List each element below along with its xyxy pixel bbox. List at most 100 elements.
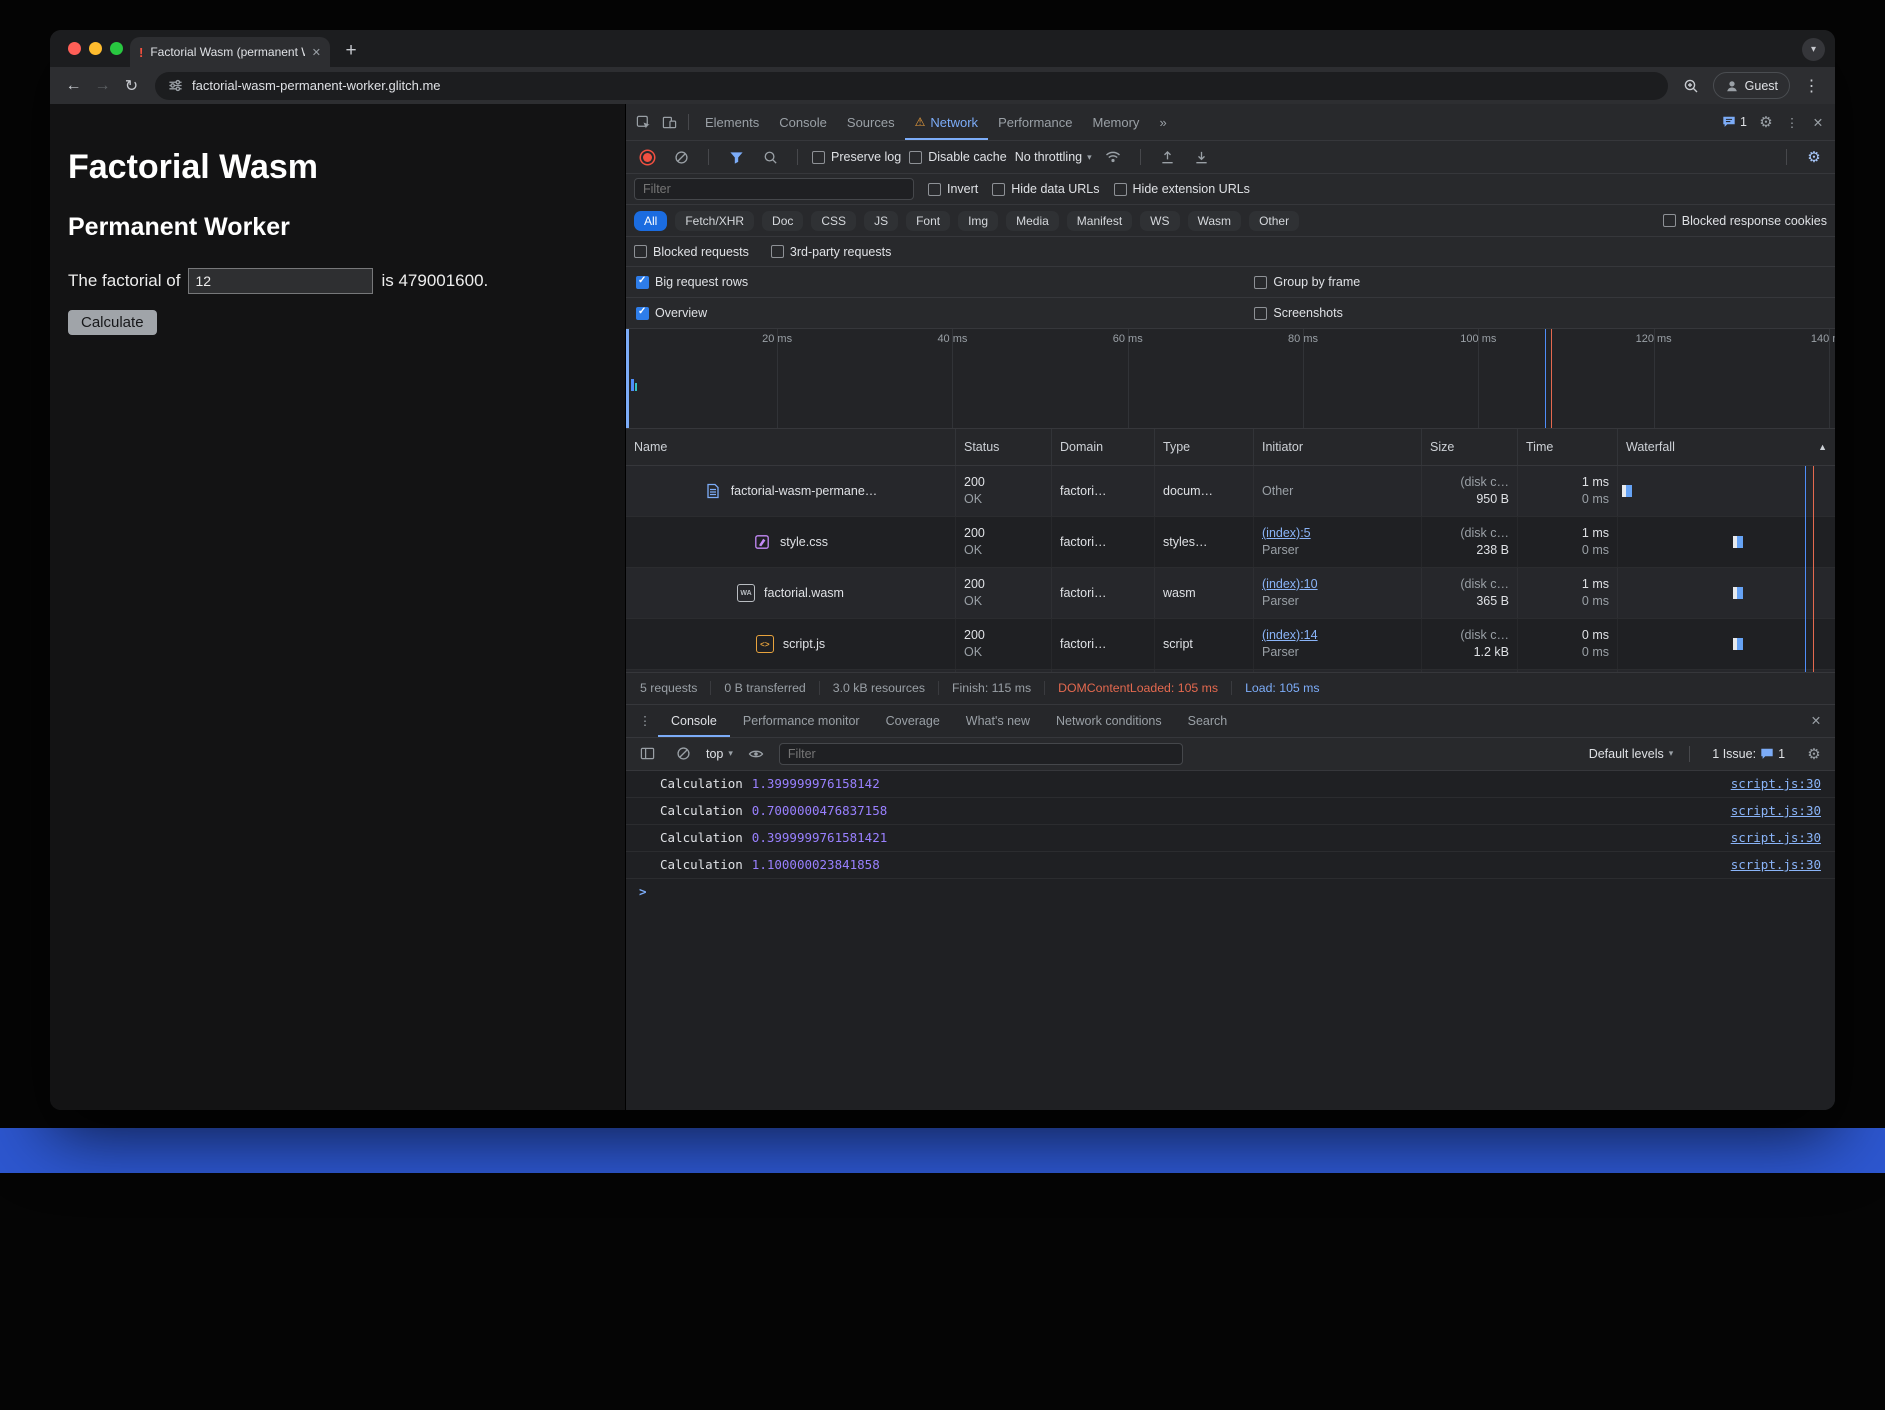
tab-performance[interactable]: Performance (988, 104, 1082, 140)
preserve-log-checkbox[interactable]: Preserve log (812, 150, 901, 164)
hide-data-urls-checkbox[interactable]: Hide data URLs (992, 182, 1099, 196)
more-tabs-icon[interactable]: » (1149, 104, 1176, 140)
network-filter-input[interactable] (634, 178, 914, 200)
profile-button[interactable]: Guest (1713, 72, 1790, 99)
drawer-menu-icon[interactable]: ⋮ (632, 709, 658, 733)
clear-network-log-icon[interactable] (668, 145, 694, 169)
filter-chip-fetch-xhr[interactable]: Fetch/XHR (675, 211, 754, 231)
device-toolbar-icon[interactable] (656, 110, 682, 134)
console-prompt[interactable]: > (626, 879, 1835, 905)
disable-cache-checkbox[interactable]: Disable cache (909, 150, 1007, 164)
zoom-icon[interactable] (1678, 72, 1705, 99)
import-har-icon[interactable] (1155, 145, 1181, 169)
forward-button[interactable]: → (89, 72, 116, 99)
tab-search-button[interactable]: ▾ (1802, 38, 1825, 61)
network-settings-gear-icon[interactable]: ⚙ (1801, 145, 1827, 169)
console-empty-area[interactable] (626, 905, 1835, 1111)
live-expression-eye-icon[interactable] (743, 742, 769, 766)
default-levels-dropdown[interactable]: Default levels ▾ (1589, 747, 1674, 761)
network-request-row[interactable]: <> script.js 200OK factori… script (inde… (626, 619, 1835, 670)
column-header-time[interactable]: Time (1518, 429, 1618, 465)
initiator-link[interactable]: (index):5 (1262, 525, 1413, 542)
column-header-waterfall[interactable]: Waterfall ▲ (1618, 429, 1835, 465)
initiator-link[interactable]: (index):10 (1262, 576, 1413, 593)
filter-chip-js[interactable]: JS (864, 211, 898, 231)
drawer-tab-search[interactable]: Search (1175, 705, 1241, 737)
tab-console[interactable]: Console (769, 104, 837, 140)
filter-chip-media[interactable]: Media (1006, 211, 1059, 231)
console-settings-gear-icon[interactable]: ⚙ (1801, 742, 1827, 766)
browser-menu-icon[interactable]: ⋮ (1798, 72, 1825, 99)
reload-button[interactable]: ↻ (118, 72, 145, 99)
console-filter-input[interactable] (779, 743, 1183, 765)
settings-gear-icon[interactable]: ⚙ (1753, 110, 1779, 134)
invert-checkbox[interactable]: Invert (928, 182, 978, 196)
network-overview-timeline[interactable]: 20 ms 40 ms 60 ms 80 ms 100 ms 120 ms 14… (626, 329, 1835, 429)
console-source-link[interactable]: script.js:30 (1731, 857, 1821, 872)
filter-chip-img[interactable]: Img (958, 211, 998, 231)
console-context-dropdown[interactable]: top ▾ (706, 747, 733, 761)
record-network-log-button[interactable] (634, 145, 660, 169)
overview-handle[interactable] (626, 329, 629, 428)
close-window-button[interactable] (68, 42, 81, 55)
column-header-status[interactable]: Status (956, 429, 1052, 465)
drawer-tab-whats-new[interactable]: What's new (953, 705, 1043, 737)
maximize-window-button[interactable] (110, 42, 123, 55)
network-request-row[interactable]: WA factorial.wasm 200OK factori… wasm (i… (626, 568, 1835, 619)
new-tab-button[interactable]: + (338, 38, 364, 64)
drawer-tab-console[interactable]: Console (658, 705, 730, 737)
tab-sources[interactable]: Sources (837, 104, 905, 140)
filter-chip-doc[interactable]: Doc (762, 211, 803, 231)
tab-network[interactable]: ⚠ Network (905, 104, 988, 140)
drawer-tab-performance-monitor[interactable]: Performance monitor (730, 705, 873, 737)
drawer-tab-coverage[interactable]: Coverage (873, 705, 953, 737)
filter-chip-css[interactable]: CSS (811, 211, 856, 231)
minimize-window-button[interactable] (89, 42, 102, 55)
drawer-close-icon[interactable]: ✕ (1803, 709, 1829, 733)
filter-chip-ws[interactable]: WS (1140, 211, 1179, 231)
browser-tab[interactable]: ! Factorial Wasm (permanent W ✕ (130, 37, 330, 67)
factorial-input[interactable] (188, 268, 373, 294)
inspect-element-icon[interactable] (630, 110, 656, 134)
column-header-name[interactable]: Name (626, 429, 956, 465)
back-button[interactable]: ← (60, 72, 87, 99)
network-request-row[interactable]: factorial-wasm-permane… 200OK factori… d… (626, 466, 1835, 517)
third-party-requests-checkbox[interactable]: 3rd-party requests (771, 245, 891, 259)
tab-memory[interactable]: Memory (1082, 104, 1149, 140)
group-by-frame-checkbox[interactable]: Group by frame (1254, 275, 1360, 289)
filter-toggle-icon[interactable] (723, 145, 749, 169)
filter-chip-other[interactable]: Other (1249, 211, 1299, 231)
filter-chip-all[interactable]: All (634, 211, 667, 231)
column-header-size[interactable]: Size (1422, 429, 1518, 465)
big-request-rows-checkbox[interactable]: Big request rows (636, 275, 748, 289)
clear-console-icon[interactable] (670, 742, 696, 766)
network-conditions-icon[interactable] (1100, 145, 1126, 169)
console-source-link[interactable]: script.js:30 (1731, 803, 1821, 818)
filter-chip-wasm[interactable]: Wasm (1188, 211, 1242, 231)
network-request-row[interactable]: style.css 200OK factori… styles… (index)… (626, 517, 1835, 568)
blocked-requests-checkbox[interactable]: Blocked requests (634, 245, 749, 259)
search-icon[interactable] (757, 145, 783, 169)
hide-extension-urls-checkbox[interactable]: Hide extension URLs (1114, 182, 1250, 196)
site-settings-icon[interactable] (168, 78, 183, 93)
console-sidebar-icon[interactable] (634, 742, 660, 766)
issues-counter[interactable]: 1 (1716, 115, 1753, 129)
column-header-domain[interactable]: Domain (1052, 429, 1155, 465)
calculate-button[interactable]: Calculate (68, 310, 157, 335)
devtools-menu-icon[interactable]: ⋮ (1779, 110, 1805, 134)
drawer-tab-network-conditions[interactable]: Network conditions (1043, 705, 1175, 737)
screenshots-checkbox[interactable]: Screenshots (1254, 306, 1342, 320)
console-source-link[interactable]: script.js:30 (1731, 830, 1821, 845)
tab-close-icon[interactable]: ✕ (312, 46, 321, 59)
filter-chip-manifest[interactable]: Manifest (1067, 211, 1132, 231)
overview-checkbox[interactable]: Overview (636, 306, 707, 320)
column-header-initiator[interactable]: Initiator (1254, 429, 1422, 465)
console-source-link[interactable]: script.js:30 (1731, 776, 1821, 791)
console-issues-counter[interactable]: 1 Issue: 1 (1706, 747, 1791, 761)
blocked-response-cookies-checkbox[interactable]: Blocked response cookies (1663, 214, 1827, 228)
initiator-link[interactable]: (index):14 (1262, 627, 1413, 644)
export-har-icon[interactable] (1189, 145, 1215, 169)
column-header-type[interactable]: Type (1155, 429, 1254, 465)
network-request-row[interactable]: <> blob:https://factorial-wa… 200OK fact… (626, 670, 1835, 672)
devtools-close-icon[interactable]: ✕ (1805, 110, 1831, 134)
